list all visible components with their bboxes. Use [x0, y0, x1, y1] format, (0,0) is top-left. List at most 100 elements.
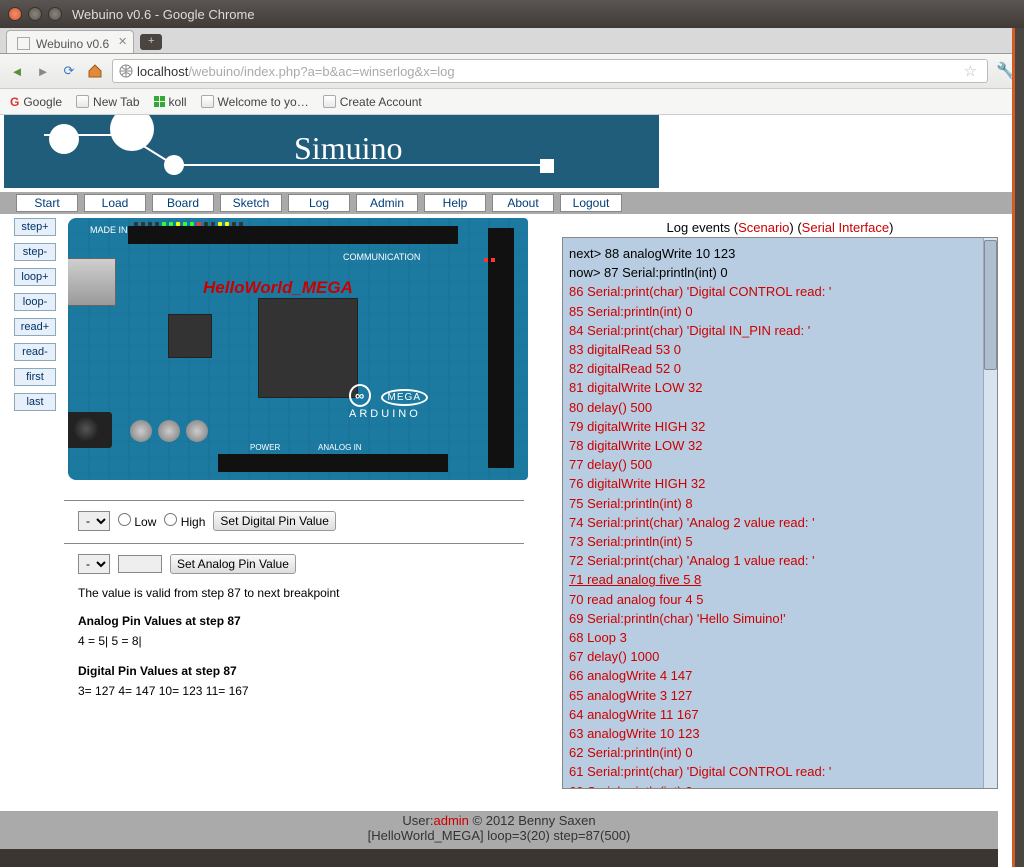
bookmark-create-account[interactable]: Create Account [323, 95, 422, 109]
divider [64, 543, 524, 544]
low-radio[interactable] [118, 513, 131, 526]
bookmark-google[interactable]: GGoogle [10, 95, 62, 109]
nav-log[interactable]: Log [288, 194, 350, 212]
arduino-logo: ∞ MEGA ARDUINO [349, 388, 428, 420]
nav-about[interactable]: About [492, 194, 554, 212]
log-line: 80 delay() 500 [569, 398, 989, 417]
scenario-link[interactable]: Scenario [738, 220, 789, 235]
tab-close-icon[interactable]: ✕ [118, 35, 127, 48]
main-nav: Start Load Board Sketch Log Admin Help A… [0, 192, 1012, 214]
address-bar[interactable]: localhost/webuino/index.php?a=b&ac=winse… [112, 59, 988, 83]
step-controls: step+ step- loop+ loop- read+ read- firs… [14, 218, 56, 789]
log-line: 64 analogWrite 11 167 [569, 705, 989, 724]
step-plus-button[interactable]: step+ [14, 218, 56, 236]
read-minus-button[interactable]: read- [14, 343, 56, 361]
globe-icon [119, 64, 133, 78]
log-line: 70 read analog four 4 5 [569, 590, 989, 609]
page-icon [17, 37, 30, 50]
top-header [128, 226, 458, 244]
bookmark-welcome[interactable]: Welcome to yo… [201, 95, 309, 109]
log-line: 79 digitalWrite HIGH 32 [569, 417, 989, 436]
copyright: © 2012 Benny Saxen [469, 813, 596, 828]
new-tab-button[interactable]: + [140, 34, 162, 50]
nav-board[interactable]: Board [152, 194, 214, 212]
log-line: 65 analogWrite 3 127 [569, 686, 989, 705]
analog-pin-select[interactable]: - [78, 554, 110, 574]
window-maximize-button[interactable] [48, 7, 62, 21]
browser-tab[interactable]: Webuino v0.6 ✕ [6, 30, 134, 53]
loop-minus-button[interactable]: loop- [14, 293, 56, 311]
nav-start[interactable]: Start [16, 194, 78, 212]
log-lines: next> 88 analogWrite 10 123now> 87 Seria… [563, 238, 997, 789]
arduino-board: MADE IN ITALY COMMUNICATION HelloWorld_M… [68, 218, 528, 480]
bookmark-label: Create Account [340, 95, 422, 109]
home-button[interactable] [86, 62, 104, 80]
window-close-button[interactable] [8, 7, 22, 21]
log-line: 67 delay() 1000 [569, 647, 989, 666]
divider [64, 500, 524, 501]
loop-plus-button[interactable]: loop+ [14, 268, 56, 286]
url-host: localhost [137, 64, 188, 79]
user-label: User: [402, 813, 433, 828]
bookmark-newtab[interactable]: New Tab [76, 95, 139, 109]
right-edge [1012, 28, 1024, 867]
log-line: 63 analogWrite 10 123 [569, 724, 989, 743]
bookmark-label: Welcome to yo… [218, 95, 309, 109]
nav-sketch[interactable]: Sketch [220, 194, 282, 212]
read-plus-button[interactable]: read+ [14, 318, 56, 336]
log-line: 68 Loop 3 [569, 628, 989, 647]
nav-logout[interactable]: Logout [560, 194, 622, 212]
bookmark-star-icon[interactable]: ☆ [960, 62, 981, 80]
log-line: 81 digitalWrite LOW 32 [569, 378, 989, 397]
nav-help[interactable]: Help [424, 194, 486, 212]
set-digital-button[interactable]: Set Digital Pin Value [213, 511, 336, 531]
back-button[interactable]: ◄ [8, 62, 26, 80]
bookmark-koll[interactable]: koll [154, 95, 187, 109]
nav-admin[interactable]: Admin [356, 194, 418, 212]
app-header: Simuino [4, 115, 659, 188]
caps [130, 420, 208, 442]
log-line: 72 Serial:print(char) 'Analog 1 value re… [569, 551, 989, 570]
analog-value-input[interactable] [118, 555, 162, 573]
analog-values-heading: Analog Pin Values at step 87 [78, 614, 554, 628]
nav-load[interactable]: Load [84, 194, 146, 212]
last-button[interactable]: last [14, 393, 56, 411]
browser-toolbar: ◄ ► ⟳ localhost/webuino/index.php?a=b&ac… [0, 54, 1024, 89]
page-icon [201, 95, 214, 108]
log-scrollbar[interactable] [983, 238, 997, 788]
serial-interface-link[interactable]: Serial Interface [802, 220, 889, 235]
high-radio-label[interactable]: High [164, 513, 205, 529]
set-analog-button[interactable]: Set Analog Pin Value [170, 554, 296, 574]
bottom-header [218, 454, 448, 472]
analog-values: 4 = 5| 5 = 8| [78, 634, 554, 648]
log-line: 84 Serial:print(char) 'Digital IN_PIN re… [569, 321, 989, 340]
window-minimize-button[interactable] [28, 7, 42, 21]
log-title-text: Log events ( [667, 220, 739, 235]
comm-label: COMMUNICATION [343, 252, 420, 262]
page-icon [323, 95, 336, 108]
reload-button[interactable]: ⟳ [60, 62, 78, 80]
first-button[interactable]: first [14, 368, 56, 386]
tab-title: Webuino v0.6 [36, 37, 109, 51]
high-radio[interactable] [164, 513, 177, 526]
forward-button[interactable]: ► [34, 62, 52, 80]
log-line: 76 digitalWrite HIGH 32 [569, 474, 989, 493]
log-line: now> 87 Serial:println(int) 0 [569, 263, 989, 282]
log-title: Log events (Scenario) (Serial Interface) [562, 218, 998, 237]
digital-pin-select[interactable]: - [78, 511, 110, 531]
log-line: next> 88 analogWrite 10 123 [569, 244, 989, 263]
step-minus-button[interactable]: step- [14, 243, 56, 261]
footer-status: [HelloWorld_MEGA] loop=3(20) step=87(500… [0, 828, 998, 843]
window-title: Webuino v0.6 - Google Chrome [72, 7, 255, 22]
bookmark-label: koll [169, 95, 187, 109]
brand-title: Simuino [294, 130, 402, 167]
log-line: 66 analogWrite 4 147 [569, 666, 989, 685]
power-label: POWER [250, 443, 280, 452]
low-radio-label[interactable]: Low [118, 513, 156, 529]
log-line: 71 read analog five 5 8 [569, 570, 989, 589]
mcu-chip [258, 298, 358, 398]
high-label: High [181, 515, 206, 529]
user-name: admin [433, 813, 468, 828]
scrollbar-thumb[interactable] [984, 240, 997, 370]
grid-icon [154, 96, 165, 107]
